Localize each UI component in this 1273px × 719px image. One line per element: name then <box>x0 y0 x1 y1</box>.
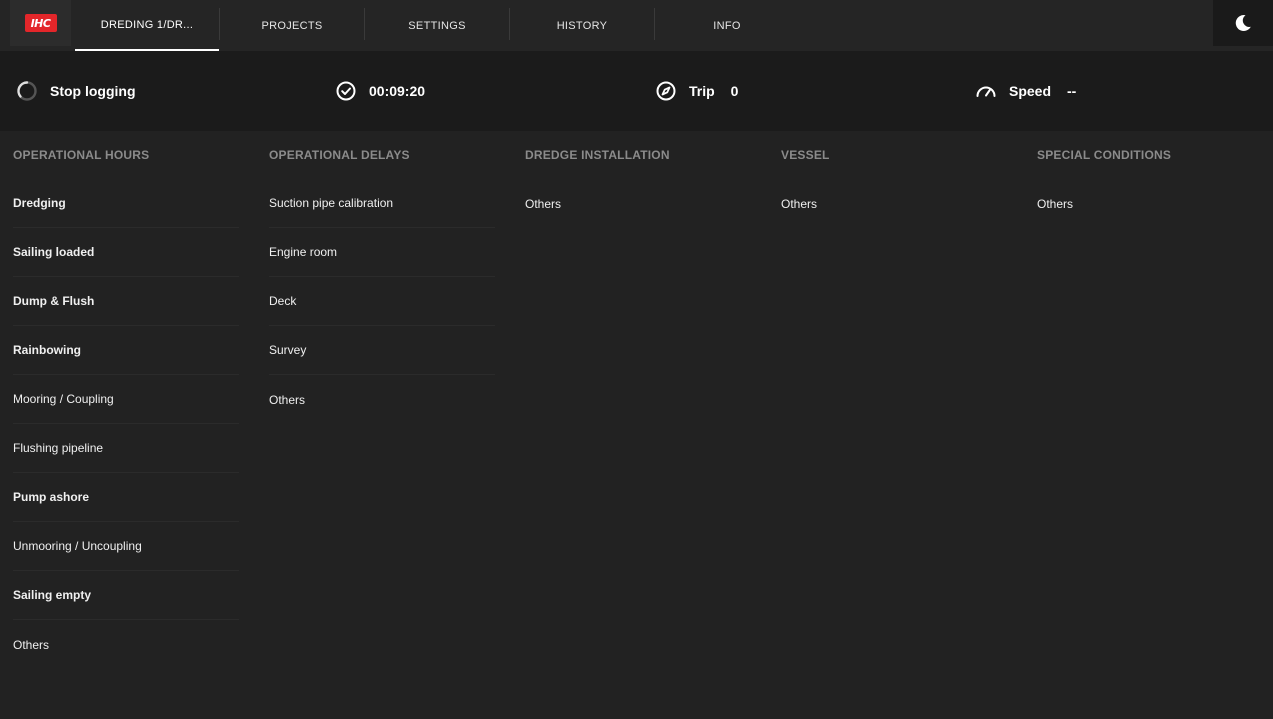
compass-icon <box>655 80 677 102</box>
list-item-others[interactable]: Others <box>781 179 1007 228</box>
list-item-sailing-loaded[interactable]: Sailing loaded <box>13 228 239 277</box>
column-special-conditions: SPECIAL CONDITIONS Others <box>1037 131 1263 228</box>
list-item-rainbowing[interactable]: Rainbowing <box>13 326 239 375</box>
list-item-sailing-empty[interactable]: Sailing empty <box>13 571 239 620</box>
trip-label: Trip <box>689 83 715 99</box>
list-item-suction-pipe-calibration[interactable]: Suction pipe calibration <box>269 179 495 228</box>
column-dredge-installation: DREDGE INSTALLATION Others <box>525 131 751 228</box>
list-item-others[interactable]: Others <box>1037 179 1263 228</box>
speedometer-icon <box>975 80 997 102</box>
clock-check-icon <box>335 80 357 102</box>
list-item-pump-ashore[interactable]: Pump ashore <box>13 473 239 522</box>
tab-label: SETTINGS <box>408 19 466 32</box>
theme-toggle-button[interactable] <box>1213 0 1273 46</box>
column-header: VESSEL <box>781 148 830 162</box>
column-header: SPECIAL CONDITIONS <box>1037 148 1172 162</box>
tab-label: PROJECTS <box>261 19 323 32</box>
column-operational-delays: OPERATIONAL DELAYS Suction pipe calibrat… <box>269 131 495 424</box>
list-item-others[interactable]: Others <box>269 375 495 424</box>
moon-icon <box>1235 15 1251 32</box>
timer-display: 00:09:20 <box>335 51 425 131</box>
speed-value: -- <box>1067 83 1077 99</box>
stop-logging-button[interactable]: Stop logging <box>16 51 136 131</box>
trip-value: 0 <box>730 83 739 99</box>
tab-projects[interactable]: PROJECTS <box>220 0 364 51</box>
column-header: OPERATIONAL DELAYS <box>269 148 410 162</box>
list-item-deck[interactable]: Deck <box>269 277 495 326</box>
tab-settings[interactable]: SETTINGS <box>365 0 509 51</box>
speed-display: Speed -- <box>975 51 1076 131</box>
list-item-others[interactable]: Others <box>525 179 751 228</box>
trip-display: Trip 0 <box>655 51 738 131</box>
tab-dredging[interactable]: DREDING 1/DR... <box>75 0 219 51</box>
list-item-mooring-coupling[interactable]: Mooring / Coupling <box>13 375 239 424</box>
list-item-engine-room[interactable]: Engine room <box>269 228 495 277</box>
ihc-logo: IHC <box>24 14 57 32</box>
speed-label: Speed <box>1009 83 1052 99</box>
column-vessel: VESSEL Others <box>781 131 1007 228</box>
list-item-others[interactable]: Others <box>13 620 239 669</box>
column-header: OPERATIONAL HOURS <box>13 148 150 162</box>
top-navigation: IHC DREDING 1/DR... PROJECTS SETTINGS HI… <box>0 0 1273 51</box>
status-bar: Stop logging 00:09:20 Trip 0 Speed -- <box>0 51 1273 131</box>
tab-info[interactable]: INFO <box>655 0 799 51</box>
list-item-dredging[interactable]: Dredging <box>13 179 239 228</box>
list-item-flushing-pipeline[interactable]: Flushing pipeline <box>13 424 239 473</box>
loading-spinner-icon <box>16 80 38 102</box>
logo-button[interactable]: IHC <box>10 0 71 46</box>
tab-label: DREDING 1/DR... <box>100 18 194 31</box>
list-item-dump-flush[interactable]: Dump & Flush <box>13 277 239 326</box>
column-operational-hours: OPERATIONAL HOURS Dredging Sailing loade… <box>13 131 239 669</box>
column-header: DREDGE INSTALLATION <box>525 148 670 162</box>
list-item-unmooring-uncoupling[interactable]: Unmooring / Uncoupling <box>13 522 239 571</box>
stop-logging-label: Stop logging <box>50 83 136 99</box>
list-item-survey[interactable]: Survey <box>269 326 495 375</box>
tab-history[interactable]: HISTORY <box>510 0 654 51</box>
tab-label: HISTORY <box>556 19 608 32</box>
tab-label: INFO <box>713 19 741 32</box>
timer-value: 00:09:20 <box>369 83 426 99</box>
